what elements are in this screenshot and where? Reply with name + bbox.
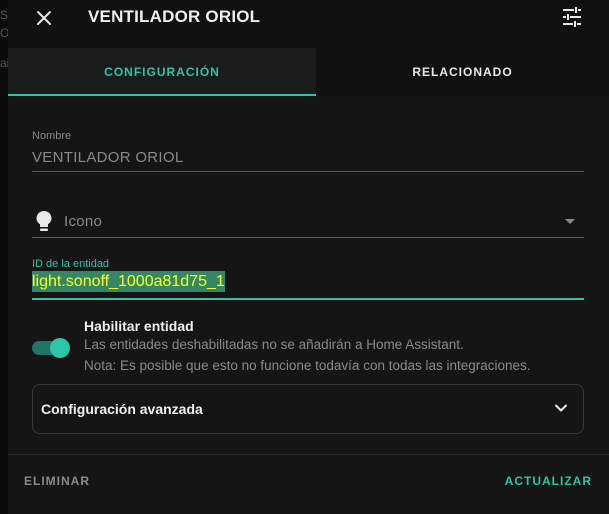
chevron-down-icon bbox=[555, 404, 567, 412]
close-button[interactable] bbox=[32, 6, 56, 30]
active-tab-indicator bbox=[8, 94, 316, 96]
dropdown-arrow-icon[interactable] bbox=[565, 219, 575, 224]
entity-settings-dialog: VENTILADOR ORIOL CONFIGURACIÓN RELACIONA… bbox=[8, 0, 609, 514]
tab-relacionado[interactable]: RELACIONADO bbox=[316, 48, 609, 96]
entity-id-selected-text[interactable]: light.sonoff_1000a81d75_1 bbox=[32, 271, 225, 292]
icon-picker-field[interactable]: Icono bbox=[64, 213, 102, 230]
name-field-label: Nombre bbox=[32, 130, 72, 142]
update-button[interactable]: ACTUALIZAR bbox=[505, 474, 592, 488]
enable-entity-description: Las entidades deshabilitadas no se añadi… bbox=[84, 337, 464, 352]
name-field-underline bbox=[32, 171, 584, 172]
dialog-footer: ELIMINAR ACTUALIZAR bbox=[8, 455, 609, 514]
entity-id-input[interactable]: light.sonoff_1000a81d75_1 bbox=[32, 271, 225, 292]
close-icon bbox=[37, 11, 51, 25]
delete-button[interactable]: ELIMINAR bbox=[24, 474, 90, 488]
entity-id-label: ID de la entidad bbox=[32, 258, 110, 270]
background-text: S bbox=[0, 8, 9, 22]
tab-bar: CONFIGURACIÓN RELACIONADO bbox=[8, 48, 609, 96]
toggle-knob bbox=[50, 338, 70, 358]
enable-entity-toggle[interactable] bbox=[32, 337, 70, 358]
enable-entity-title: Habilitar entidad bbox=[84, 318, 194, 334]
tune-icon bbox=[563, 7, 581, 27]
advanced-settings-button[interactable] bbox=[561, 6, 583, 28]
name-field[interactable]: VENTILADOR ORIOL bbox=[32, 149, 184, 166]
tab-configuracion[interactable]: CONFIGURACIÓN bbox=[8, 48, 316, 96]
lightbulb-icon bbox=[35, 210, 53, 232]
entity-id-underline bbox=[32, 298, 584, 300]
advanced-settings-label: Configuración avanzada bbox=[41, 401, 203, 417]
icon-field-underline bbox=[32, 237, 584, 238]
advanced-settings-expander[interactable]: Configuración avanzada bbox=[32, 384, 584, 434]
enable-entity-note: Nota: Es posible que esto no funcione to… bbox=[84, 358, 531, 373]
dialog-header: VENTILADOR ORIOL bbox=[8, 0, 609, 48]
dialog-title: VENTILADOR ORIOL bbox=[88, 7, 261, 26]
